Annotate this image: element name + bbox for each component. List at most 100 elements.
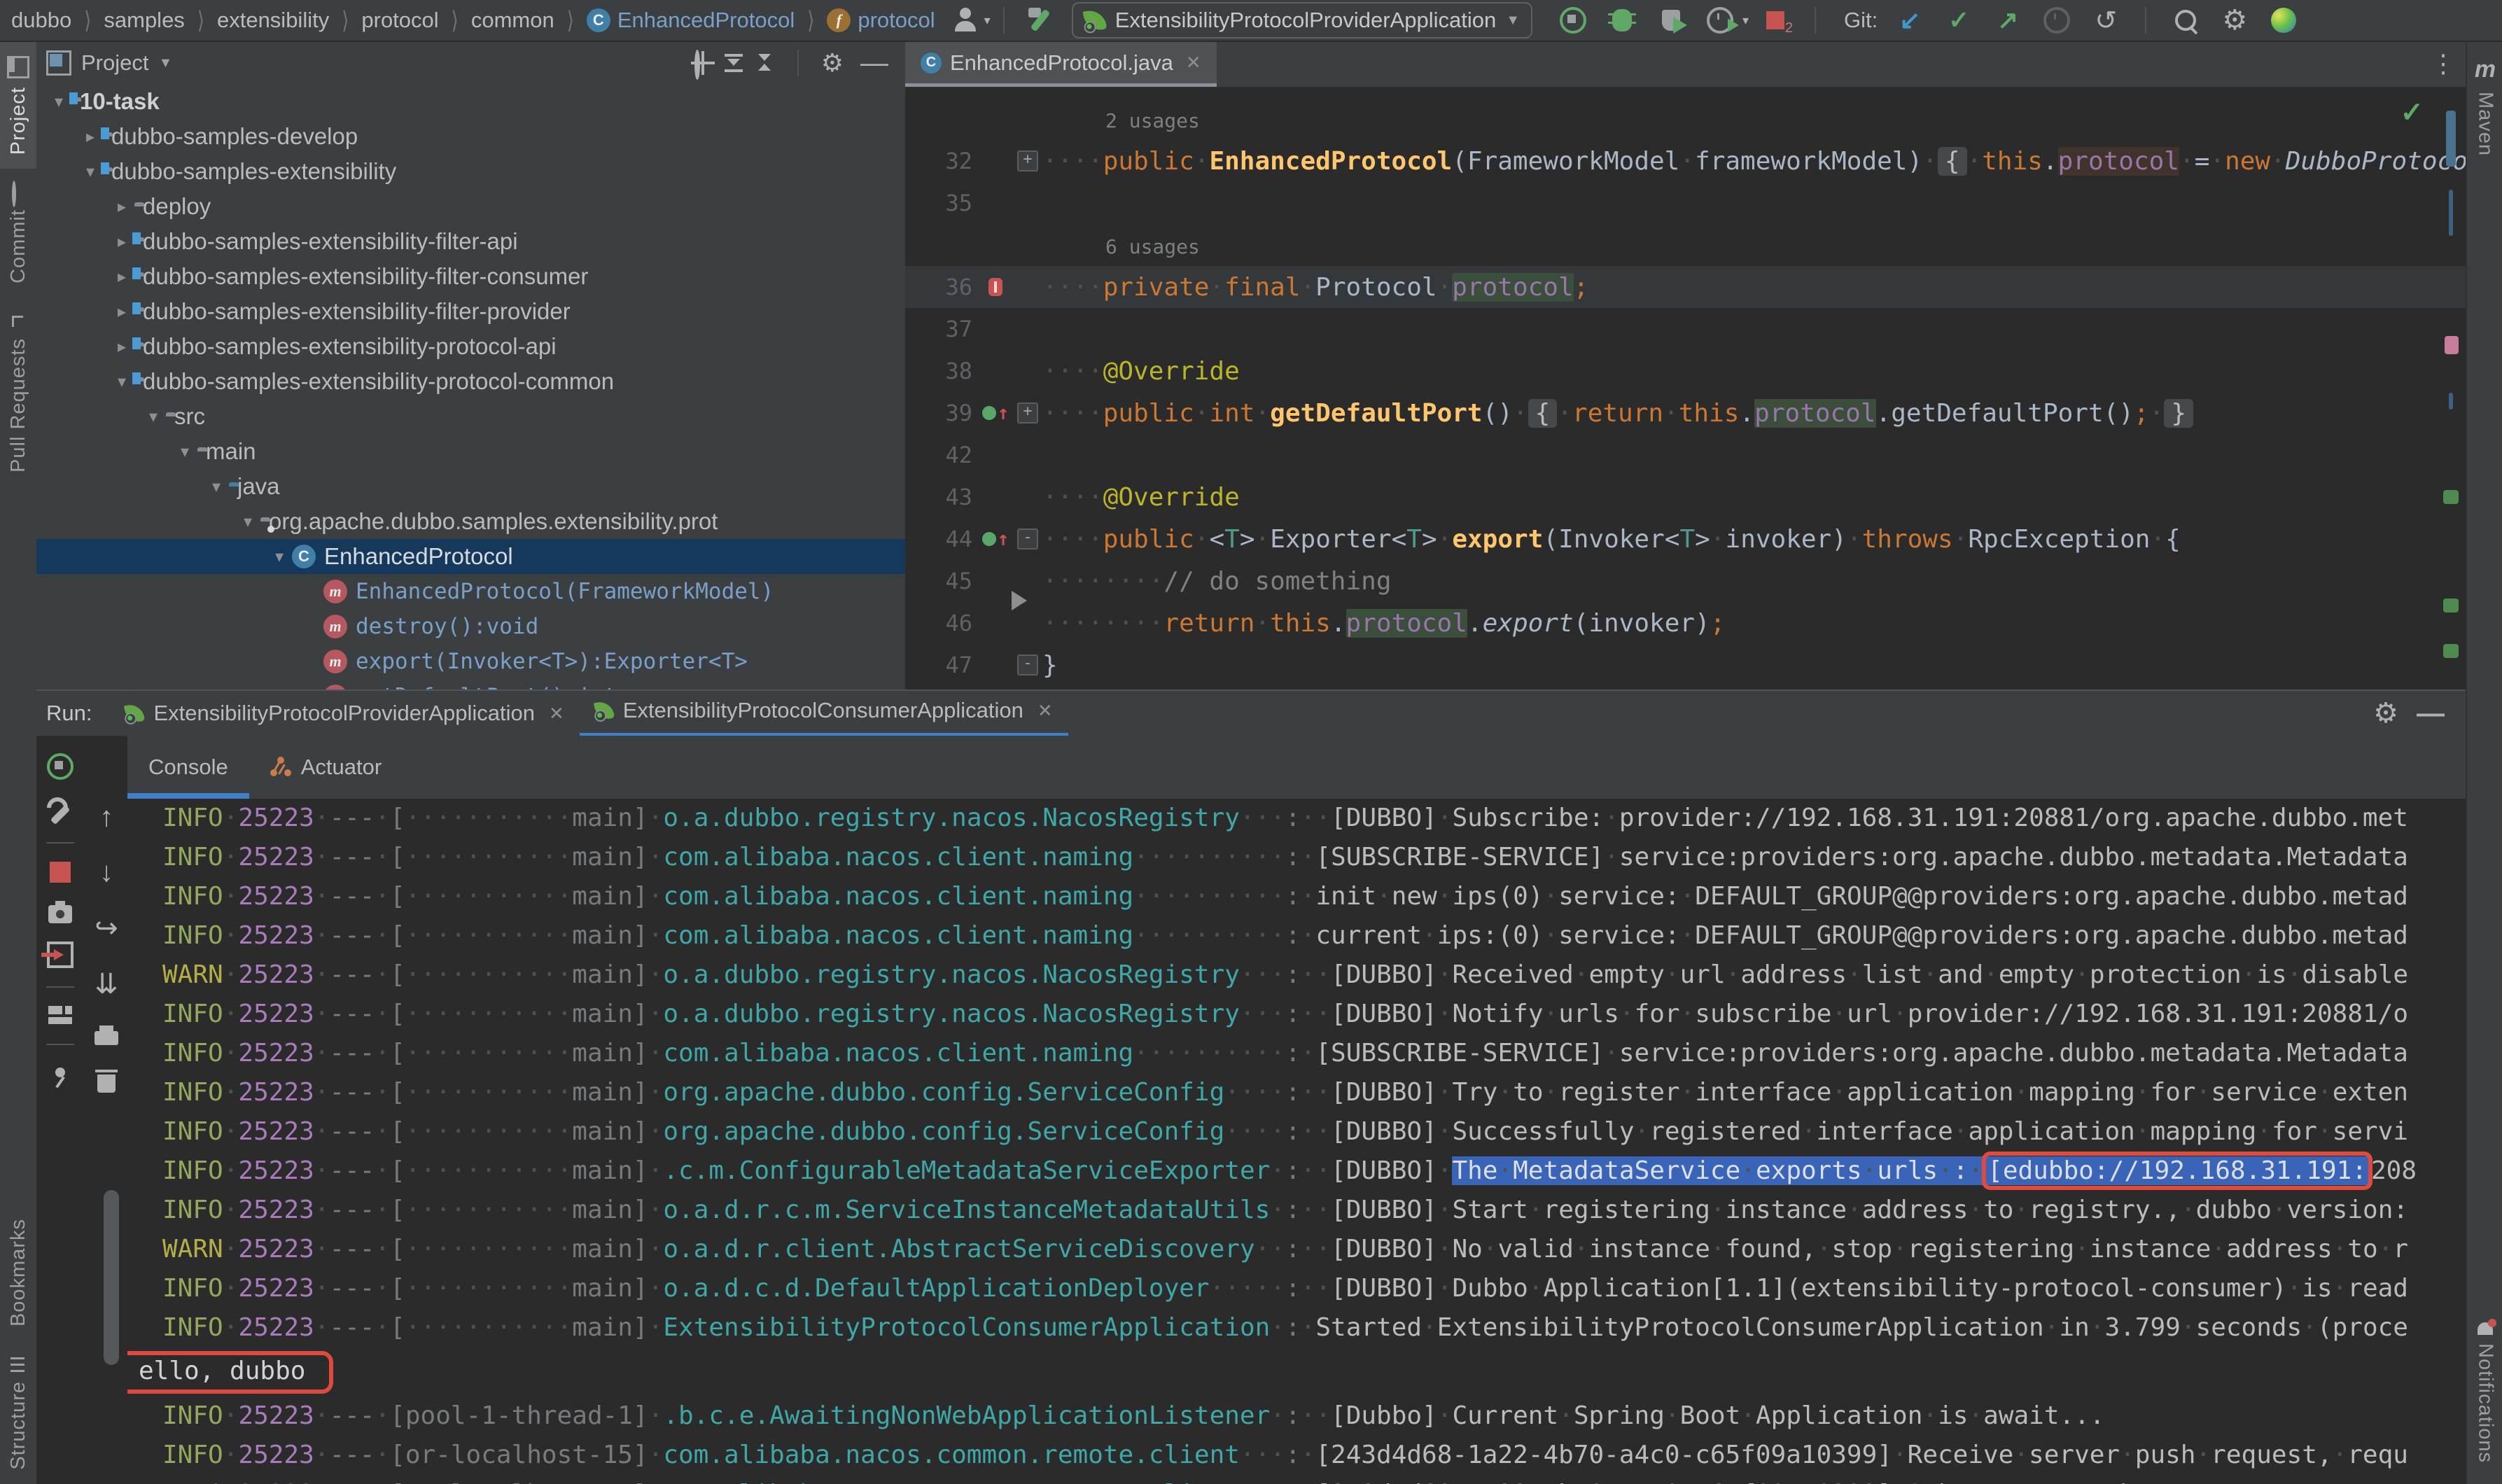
- breadcrumb-item[interactable]: common: [471, 8, 554, 33]
- soft-wrap-icon[interactable]: ↪: [95, 912, 118, 944]
- settings-gear-icon[interactable]: ⚙: [2219, 5, 2250, 36]
- hide-panel-icon[interactable]: —: [860, 48, 888, 79]
- overrides-method-gutter-icon[interactable]: ↑: [977, 529, 1014, 549]
- sidebar-item-pull-requests[interactable]: Pull Requests: [0, 298, 36, 486]
- tree-toggle-icon[interactable]: ▾: [267, 547, 292, 567]
- fold-toggle-icon[interactable]: +: [1014, 402, 1041, 424]
- clear-all-icon[interactable]: [95, 1070, 118, 1093]
- debug-button[interactable]: [1607, 5, 1637, 36]
- user-icon[interactable]: [951, 5, 981, 36]
- tree-toggle-icon[interactable]: ▾: [141, 407, 166, 427]
- tree-toggle-icon[interactable]: ▾: [204, 477, 229, 497]
- tree-toggle-icon[interactable]: ▸: [109, 197, 134, 217]
- tree-toggle-icon[interactable]: ▸: [78, 127, 103, 147]
- expand-all-icon[interactable]: [723, 52, 744, 74]
- run-configuration-select[interactable]: ExtensibilityProtocolProviderApplication…: [1071, 2, 1532, 38]
- sidebar-item-commit[interactable]: Commit: [0, 169, 36, 298]
- tree-toggle-icon[interactable]: ▸: [109, 232, 134, 252]
- scrollbar-thumb[interactable]: [2446, 111, 2456, 167]
- tree-row[interactable]: ▸ dubbo-samples-extensibility-protocol-ap…: [36, 329, 905, 364]
- profiler-button[interactable]: [1705, 5, 1739, 36]
- tree-toggle-icon[interactable]: ▾: [78, 162, 103, 182]
- rerun-button[interactable]: [1558, 5, 1588, 36]
- tab-console[interactable]: Console: [127, 736, 249, 799]
- up-stack-trace-icon[interactable]: ↑: [99, 802, 113, 833]
- close-icon[interactable]: ✕: [1186, 52, 1201, 74]
- tree-toggle-icon[interactable]: ▾: [109, 372, 134, 392]
- tree-toggle-icon[interactable]: ▾: [172, 442, 197, 462]
- tree-toggle-icon[interactable]: ▸: [109, 302, 134, 322]
- pin-tab-icon[interactable]: [55, 1068, 65, 1077]
- tree-row[interactable]: ▾ dubbo-samples-extensibility: [36, 154, 905, 189]
- down-stack-trace-icon[interactable]: ↓: [99, 857, 113, 888]
- build-hammer-icon[interactable]: [1024, 5, 1055, 36]
- tree-row[interactable]: m EnhancedProtocol(FrameworkModel): [36, 574, 905, 609]
- close-icon[interactable]: ✕: [1037, 700, 1053, 722]
- console-output[interactable]: INFO·25223·---·[···········main]·o.a.dub…: [127, 799, 2466, 1484]
- sidebar-item-maven[interactable]: m Maven: [2467, 42, 2502, 170]
- breadcrumb-item[interactable]: extensibility: [217, 8, 329, 33]
- sidebar-item-project[interactable]: Project: [0, 42, 36, 169]
- locate-file-icon[interactable]: [692, 50, 713, 80]
- field-gutter-icon[interactable]: [977, 278, 1014, 296]
- profiler-dropdown-icon[interactable]: ▾: [1742, 13, 1749, 28]
- scroll-to-end-icon[interactable]: ⇊: [95, 968, 118, 1000]
- tree-toggle-icon[interactable]: ▸: [109, 337, 134, 357]
- run-tab-provider[interactable]: ExtensibilityProtocolProviderApplication…: [110, 691, 579, 736]
- tab-options-icon[interactable]: ⋮: [2431, 49, 2456, 78]
- git-history-button[interactable]: [2041, 5, 2072, 36]
- collapse-all-icon[interactable]: [754, 52, 775, 74]
- stop-button[interactable]: 2: [1760, 5, 1793, 36]
- tree-row[interactable]: ▾ src: [36, 399, 905, 434]
- tree-row[interactable]: ▾ org.apache.dubbo.samples.extensibility.…: [36, 504, 905, 539]
- code-editor[interactable]: 2 usages 32 + ····public·EnhancedProtocol(F…: [905, 87, 2466, 690]
- breadcrumb-item[interactable]: samples: [104, 8, 184, 33]
- close-icon[interactable]: ✕: [549, 703, 564, 724]
- tree-row[interactable]: m export(Invoker<T>):Exporter<T>: [36, 644, 905, 679]
- run-tab-consumer[interactable]: ExtensibilityProtocolConsumerApplication…: [579, 690, 1068, 738]
- user-dropdown-icon[interactable]: ▾: [984, 13, 991, 28]
- project-view-dropdown-icon[interactable]: ▼: [158, 55, 172, 71]
- git-rollback-button[interactable]: ↺: [2090, 5, 2121, 36]
- ide-sphere-icon[interactable]: [2268, 5, 2299, 36]
- tree-row[interactable]: ▸ dubbo-samples-extensibility-filter-api: [36, 224, 905, 259]
- git-push-button[interactable]: ↗: [1992, 5, 2023, 36]
- tree-row[interactable]: ▸ dubbo-samples-develop: [36, 119, 905, 154]
- fold-toggle-icon[interactable]: -: [1014, 528, 1041, 550]
- breadcrumb-item[interactable]: C EnhancedProtocol: [586, 8, 795, 33]
- tree-row[interactable]: ▸ deploy: [36, 189, 905, 224]
- tree-toggle-icon[interactable]: ▾: [235, 512, 260, 532]
- tree-row[interactable]: ▸ dubbo-samples-extensibility-filter-prov…: [36, 294, 905, 329]
- minimize-icon[interactable]: —: [2417, 698, 2445, 729]
- overrides-method-gutter-icon[interactable]: ↑: [977, 403, 1014, 423]
- console-scrollbar[interactable]: [104, 1190, 119, 1365]
- tab-actuator[interactable]: Actuator: [249, 736, 403, 799]
- sidebar-item-structure[interactable]: Structure: [0, 1340, 36, 1484]
- git-update-button[interactable]: ↙: [1894, 5, 1925, 36]
- stop-process-button[interactable]: [50, 862, 71, 883]
- tree-row[interactable]: ▾ main: [36, 434, 905, 469]
- breadcrumb-item[interactable]: protocol: [361, 8, 438, 33]
- tree-toggle-icon[interactable]: ▾: [46, 92, 71, 112]
- fold-toggle-icon[interactable]: -: [1014, 654, 1041, 676]
- run-settings-gear-icon[interactable]: ⚙: [2373, 697, 2398, 729]
- sidebar-item-notifications[interactable]: Notifications: [2467, 1308, 2502, 1484]
- thread-dump-icon[interactable]: [48, 901, 72, 923]
- project-settings-gear-icon[interactable]: ⚙: [821, 48, 844, 78]
- search-everywhere-icon[interactable]: [2170, 5, 2201, 36]
- fold-toggle-icon[interactable]: +: [1014, 150, 1041, 172]
- tree-row[interactable]: m getDefaultPort():int: [36, 679, 905, 690]
- edit-configuration-icon[interactable]: [48, 800, 72, 824]
- tree-row[interactable]: ▸ dubbo-samples-extensibility-filter-cons…: [36, 259, 905, 294]
- tree-row[interactable]: m destroy():void: [36, 609, 905, 644]
- restore-layout-icon[interactable]: [48, 1006, 72, 1026]
- tree-row[interactable]: ▾ dubbo-samples-extensibility-protocol-co…: [36, 364, 905, 399]
- sidebar-item-bookmarks[interactable]: Bookmarks: [0, 1178, 36, 1340]
- tree-row[interactable]: ▾ C EnhancedProtocol: [36, 539, 905, 574]
- git-commit-button[interactable]: ✓: [1943, 5, 1974, 36]
- rerun-application-button[interactable]: [45, 751, 76, 782]
- tree-row[interactable]: ▾ 10-task: [36, 84, 905, 119]
- tree-toggle-icon[interactable]: ▸: [109, 267, 134, 287]
- breadcrumb-item[interactable]: dubbo: [11, 8, 71, 33]
- tree-row[interactable]: ▾ java: [36, 469, 905, 504]
